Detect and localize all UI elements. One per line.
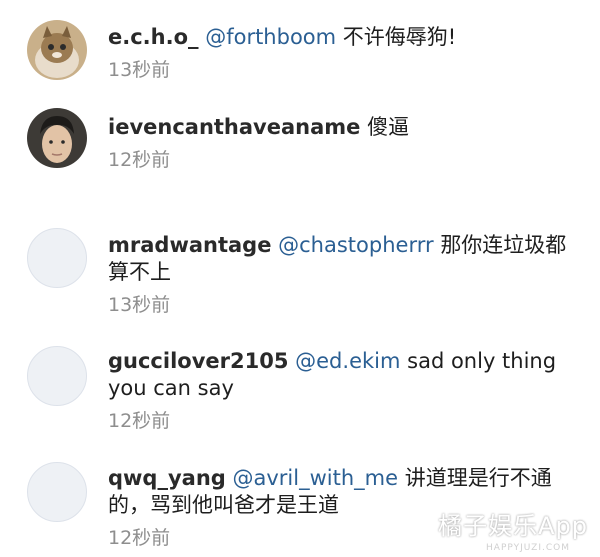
timestamp: 12秒前: [108, 410, 171, 432]
comment-text: mradwantage @chastopherrr 那你连垃圾都算不上: [108, 232, 578, 286]
comment-text: guccilover2105 @ed.ekim sad only thing y…: [108, 348, 578, 402]
watermark-logo: 橘子娱乐App: [438, 512, 588, 540]
watermark-url: HAPPYJUZI.COM: [486, 543, 570, 553]
avatar[interactable]: [27, 20, 87, 80]
username-link[interactable]: qwq_yang: [108, 466, 226, 490]
mention-link[interactable]: @ed.ekim: [295, 349, 400, 373]
username-link[interactable]: guccilover2105: [108, 349, 288, 373]
comment-text: ievencanthaveaname 傻逼: [108, 114, 578, 141]
timestamp: 13秒前: [108, 59, 171, 81]
mention-link[interactable]: @forthboom: [205, 25, 336, 49]
avatar[interactable]: [27, 108, 87, 168]
username-link[interactable]: e.c.h.o_: [108, 25, 199, 49]
username-link[interactable]: mradwantage: [108, 233, 271, 257]
username-link[interactable]: ievencanthaveaname: [108, 115, 360, 139]
timestamp: 13秒前: [108, 294, 171, 316]
comment-text: e.c.h.o_ @forthboom 不许侮辱狗!: [108, 24, 578, 51]
avatar[interactable]: [27, 462, 87, 522]
mention-link[interactable]: @chastopherrr: [278, 233, 433, 257]
avatar[interactable]: [27, 228, 87, 288]
comment-message: 傻逼: [367, 115, 410, 139]
mention-link[interactable]: @avril_with_me: [233, 466, 399, 490]
comment-message: 不许侮辱狗!: [342, 25, 457, 49]
avatar[interactable]: [27, 346, 87, 406]
timestamp: 12秒前: [108, 149, 171, 171]
